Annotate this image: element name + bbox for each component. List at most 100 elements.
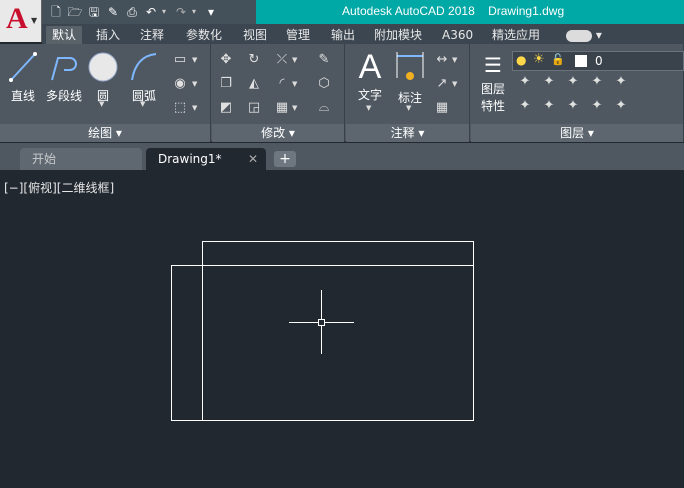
linear-dimension-dropdown-icon[interactable]: ▼ [452,56,457,64]
tab-insert[interactable]: 插入 [90,26,126,44]
layer-state-icon[interactable]: ✦ [517,74,533,90]
tab-addins[interactable]: 附加模块 [368,26,428,44]
text-icon: A [358,48,382,86]
close-icon[interactable]: ✕ [248,148,258,170]
print-icon[interactable]: ⎙ [124,4,140,20]
annotation-panel-footer[interactable]: 注释 ▾ [346,124,469,142]
doc-tab-start[interactable]: 开始 [20,148,142,170]
autocad-window: Autodesk AutoCAD 2018 Drawing1.dwg 🗋 🗁 🖫… [0,0,684,488]
ribbon-toggle-button[interactable]: ▾ [560,26,608,44]
rectangle-icon[interactable]: ▭ [172,52,188,68]
chevron-down-icon: ▼ [31,16,38,25]
region-dropdown-icon[interactable]: ▼ [192,104,197,112]
polyline-tool-button[interactable]: 多段线 [42,50,86,104]
tab-a360[interactable]: A360 [436,26,479,44]
rotate-icon[interactable]: ↻ [246,52,262,68]
tab-view[interactable]: 视图 [237,26,273,44]
table-icon[interactable]: ▦ [434,100,450,116]
layer-properties-button[interactable]: ☰ 图层 特性 [475,50,511,114]
explode-icon[interactable]: ⬡ [316,76,332,92]
leader-icon[interactable]: ↗ [434,76,450,92]
layer-isolate-icon[interactable]: ✦ [541,74,557,90]
tab-manage[interactable]: 管理 [280,26,316,44]
modify-panel: ✥ ↻ ⤫ ▼ ✎ ❐ ◭ ◜ ▼ ⬡ ◩ ◲ ▦ ▼ ⌓ 修改 ▾ [212,44,345,142]
text-dropdown-icon[interactable]: ▼ [366,104,371,112]
redo-icon[interactable]: ↷ [173,4,189,20]
tab-parametric[interactable]: 参数化 [180,26,228,44]
tab-home[interactable]: 默认 [46,26,83,44]
array-icon[interactable]: ▦ [274,100,290,116]
dimension-tool-button[interactable]: 标注 ▼ [392,48,428,112]
tab-output[interactable]: 输出 [325,26,361,44]
draw-panel-footer[interactable]: 绘图 ▾ [0,124,210,142]
undo-icon[interactable]: ↶ [143,4,159,20]
lightbulb-icon: ● [516,53,527,67]
layer-properties-label-2: 特性 [480,99,505,113]
rectangle-back [202,241,474,421]
new-tab-button[interactable]: + [274,151,296,167]
tab-annotate[interactable]: 注释 [134,26,170,44]
layer-freeze-icon[interactable]: ✦ [565,74,581,90]
stretch-icon[interactable]: ◩ [218,100,234,116]
dimension-dropdown-icon[interactable]: ▼ [406,104,411,112]
tab-featured-apps[interactable]: 精选应用 [486,26,546,44]
drawing-canvas[interactable]: [−][俯视][二维线框] [0,170,684,488]
fillet-dropdown-icon[interactable]: ▼ [292,80,297,88]
offset-icon[interactable]: ⌓ [316,100,332,116]
layer-unisolate-icon[interactable]: ✦ [589,98,605,114]
linear-dimension-icon[interactable]: ↔ [434,52,450,68]
hatch-dropdown-icon[interactable]: ▼ [192,80,197,88]
copy-icon[interactable]: ❐ [218,76,234,92]
layers-panel-footer[interactable]: 图层 ▾ [471,124,683,142]
title-bar: Autodesk AutoCAD 2018 Drawing1.dwg 🗋 🗁 🖫… [0,0,684,24]
layer-copy-icon[interactable]: ✦ [613,98,629,114]
hatch-icon[interactable]: ◉ [172,76,188,92]
leader-dropdown-icon[interactable]: ▼ [452,80,457,88]
crosshair-cursor-icon [289,290,354,354]
region-icon[interactable]: ⬚ [172,100,188,116]
redo-dropdown-icon[interactable]: ▾ [192,4,200,20]
save-icon[interactable]: 🖫 [86,4,102,20]
mirror-icon[interactable]: ◭ [246,76,262,92]
arc-dropdown-icon[interactable]: ▼ [140,100,145,108]
doc-tab-drawing1-label: Drawing1* [158,152,222,166]
annotation-panel: A 文字 ▼ 标注 ▼ ↔ ▼ ↗ ▼ ▦ 注释 ▾ [346,44,470,142]
move-icon[interactable]: ✥ [218,52,234,68]
undo-dropdown-icon[interactable]: ▾ [162,4,170,20]
layer-properties-label-1: 图层 [480,82,505,96]
window-title: Autodesk AutoCAD 2018 Drawing1.dwg [342,4,565,18]
scale-icon[interactable]: ◲ [246,100,262,116]
fillet-icon[interactable]: ◜ [274,76,290,92]
circle-dropdown-icon[interactable]: ▼ [99,100,104,108]
saveas-icon[interactable]: ✎ [105,4,121,20]
sun-icon: ☀ [533,52,545,67]
arc-tool-button[interactable]: 圆弧 ▼ [124,50,164,108]
layer-walk-icon[interactable]: ✦ [565,98,581,114]
ribbon: 直线 多段线 圆 ▼ 圆弧 ▼ ▭ ▼ ◉ ▼ ⬚ ▼ 绘图 ▾ ✥ ↻ ⤫ ▼… [0,44,684,142]
quick-access-toolbar: 🗋 🗁 🖫 ✎ ⎙ ↶ ▾ ↷ ▾ ▾ [48,4,219,20]
doc-tab-drawing1[interactable]: Drawing1* ✕ [146,148,266,170]
layer-off-icon[interactable]: ✦ [589,74,605,90]
line-tool-button[interactable]: 直线 [4,50,42,104]
text-tool-label: 文字 [357,88,382,102]
modify-panel-footer[interactable]: 修改 ▾ [212,124,344,142]
layer-previous-icon[interactable]: ✦ [541,98,557,114]
circle-tool-button[interactable]: 圆 ▼ [86,50,120,108]
text-tool-button[interactable]: A 文字 ▼ [352,48,388,112]
layer-dropdown[interactable]: ● ☀ 🔓 0 [512,51,684,71]
layer-color-swatch [575,55,587,67]
autocad-logo-icon: A [6,2,28,35]
layer-lock-icon[interactable]: ✦ [613,74,629,90]
rectangle-dropdown-icon[interactable]: ▼ [192,56,197,64]
new-icon[interactable]: 🗋 [48,4,64,20]
arc-icon [131,53,157,81]
layer-stack-icon: ☰ [484,53,502,77]
trim-icon[interactable]: ⤫ [274,52,290,68]
layer-match-icon[interactable]: ✦ [517,98,533,114]
open-icon[interactable]: 🗁 [67,4,83,20]
array-dropdown-icon[interactable]: ▼ [292,104,297,112]
application-menu-button[interactable]: A ▼ [0,0,42,42]
erase-icon[interactable]: ✎ [316,52,332,68]
trim-dropdown-icon[interactable]: ▼ [292,56,297,64]
more-icon[interactable]: ▾ [203,4,219,20]
